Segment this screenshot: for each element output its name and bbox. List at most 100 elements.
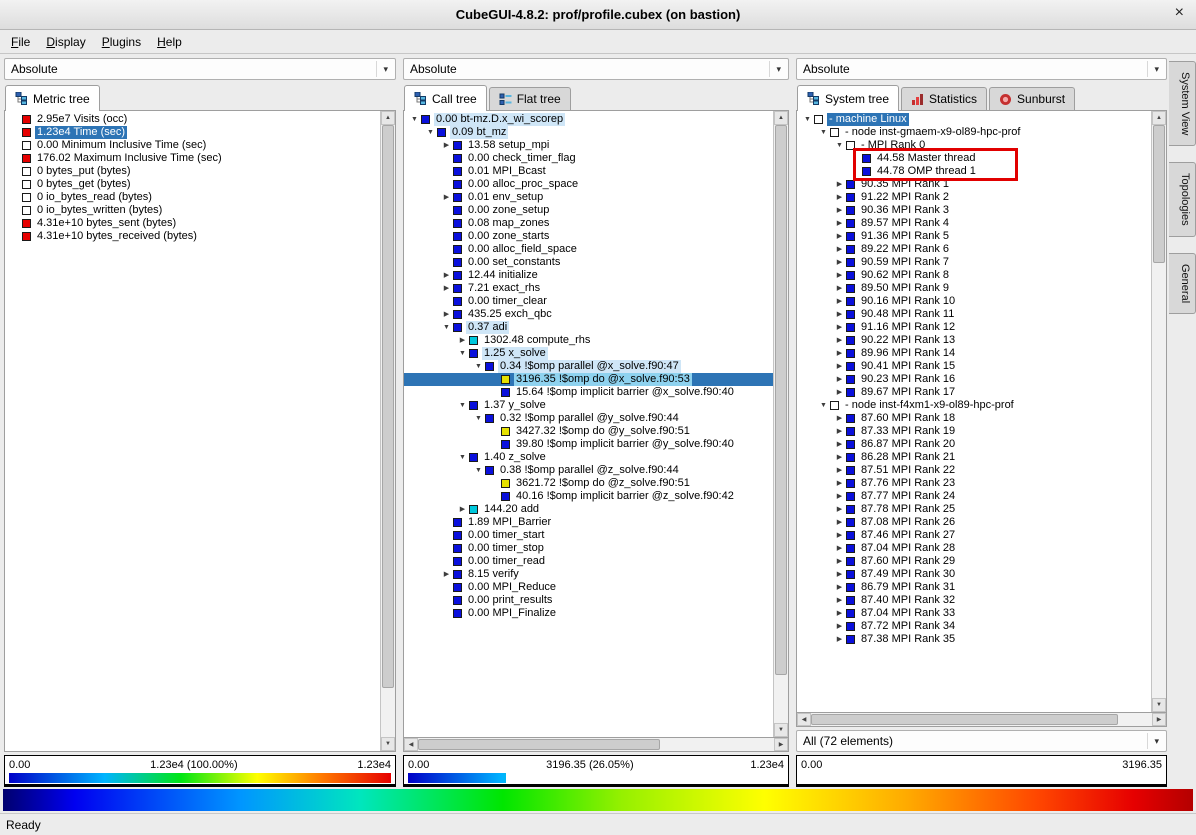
tree-row-label[interactable]: 0.00 check_timer_flag <box>466 152 578 165</box>
tree-row[interactable]: ▼ 1.40 z_solve <box>404 451 773 464</box>
tree-row[interactable]: ▶87.60 MPI Rank 29 <box>797 555 1151 568</box>
tree-row-label[interactable]: 144.20 add <box>482 503 541 516</box>
scrollbar-thumb[interactable] <box>418 739 660 750</box>
tree-row[interactable]: 39.80 !$omp implicit barrier @y_solve.f9… <box>404 438 773 451</box>
tree-row-label[interactable]: 90.22 MPI Rank 13 <box>859 334 957 347</box>
tree-row[interactable]: 40.16 !$omp implicit barrier @z_solve.f9… <box>404 490 773 503</box>
tree-row[interactable]: ▼1.25 x_solve <box>404 347 773 360</box>
expand-icon[interactable]: ▶ <box>833 464 846 477</box>
tree-row-label[interactable]: 0.00 zone_setup <box>466 204 551 217</box>
tree-row[interactable]: 15.64 !$omp implicit barrier @x_solve.f9… <box>404 386 773 399</box>
collapse-icon[interactable]: ▼ <box>472 360 485 373</box>
tree-row-label[interactable]: 90.48 MPI Rank 11 <box>859 308 956 321</box>
tree-row[interactable]: 0.00 timer_read <box>404 555 773 568</box>
vertical-scrollbar[interactable]: ▲ ▼ <box>1151 111 1166 712</box>
tab-metric-tree[interactable]: Metric tree <box>5 85 100 111</box>
tree-row[interactable]: 0.00 set_constants <box>404 256 773 269</box>
tree-row[interactable]: ▶87.38 MPI Rank 35 <box>797 633 1151 646</box>
tree-row-label[interactable]: - node inst-f4xm1-x9-ol89-hpc-prof <box>843 399 1016 412</box>
expand-icon[interactable]: ▶ <box>833 334 846 347</box>
call-value-mode-combo[interactable]: Absolute ▾ <box>403 58 789 80</box>
tree-row-label[interactable]: - machine Linux <box>827 113 909 126</box>
tree-row-label[interactable]: 0.00 Minimum Inclusive Time (sec) <box>35 139 208 152</box>
tree-row-label[interactable]: 1.37 y_solve <box>482 399 548 412</box>
tree-row-label[interactable]: 2.95e7 Visits (occ) <box>35 113 129 126</box>
scrollbar-thumb[interactable] <box>1153 125 1165 263</box>
tree-row[interactable]: ▶ 90.62 MPI Rank 8 <box>797 269 1151 282</box>
expand-icon[interactable]: ▶ <box>833 620 846 633</box>
tree-row-label[interactable]: 86.79 MPI Rank 31 <box>859 581 957 594</box>
tree-row-label[interactable]: 0.00 MPI_Finalize <box>466 607 558 620</box>
tree-row[interactable]: ▶ 91.22 MPI Rank 2 <box>797 191 1151 204</box>
tree-row[interactable]: ▶87.49 MPI Rank 30 <box>797 568 1151 581</box>
collapse-icon[interactable]: ▼ <box>817 126 830 139</box>
tree-row[interactable]: 0.00 timer_start <box>404 529 773 542</box>
tree-row-label[interactable]: 90.62 MPI Rank 8 <box>859 269 951 282</box>
expand-icon[interactable]: ▶ <box>833 373 846 386</box>
tree-row[interactable]: ▶86.28 MPI Rank 21 <box>797 451 1151 464</box>
side-tab-topologies[interactable]: Topologies <box>1169 162 1196 237</box>
tree-row-label[interactable]: 0.08 map_zones <box>466 217 551 230</box>
tree-row[interactable]: ▼- node inst-gmaem-x9-ol89-hpc-prof <box>797 126 1151 139</box>
collapse-icon[interactable]: ▼ <box>456 451 469 464</box>
scrollbar-track[interactable] <box>774 125 788 723</box>
tree-row-label[interactable]: 91.22 MPI Rank 2 <box>859 191 951 204</box>
expand-icon[interactable]: ▶ <box>833 191 846 204</box>
vertical-scrollbar[interactable]: ▲ ▼ <box>380 111 395 751</box>
tree-row-label[interactable]: 87.33 MPI Rank 19 <box>859 425 957 438</box>
tree-row[interactable]: ▶89.50 MPI Rank 9 <box>797 282 1151 295</box>
tree-row-label[interactable]: 90.16 MPI Rank 10 <box>859 295 957 308</box>
tree-row[interactable]: ▶86.79 MPI Rank 31 <box>797 581 1151 594</box>
expand-icon[interactable]: ▶ <box>833 308 846 321</box>
tree-row[interactable]: ▼- machine Linux <box>797 113 1151 126</box>
expand-icon[interactable]: ▶ <box>833 386 846 399</box>
tree-row[interactable]: 176.02 Maximum Inclusive Time (sec) <box>5 152 380 165</box>
tree-row-label[interactable]: 1302.48 compute_rhs <box>482 334 592 347</box>
tree-row[interactable]: 0.08 map_zones <box>404 217 773 230</box>
tree-row-label[interactable]: 13.58 setup_mpi <box>466 139 551 152</box>
tree-row[interactable]: ▶90.16 MPI Rank 10 <box>797 295 1151 308</box>
tree-row-label[interactable]: 89.50 MPI Rank 9 <box>859 282 951 295</box>
tree-row-label[interactable]: 91.36 MPI Rank 5 <box>859 230 951 243</box>
tree-row-label[interactable]: 4.31e+10 bytes_received (bytes) <box>35 230 199 243</box>
expand-icon[interactable]: ▶ <box>833 607 846 620</box>
tree-row[interactable]: 0.00 Minimum Inclusive Time (sec) <box>5 139 380 152</box>
horizontal-scrollbar[interactable]: ◀ ▶ <box>796 713 1167 727</box>
tab-system-tree[interactable]: System tree <box>797 85 899 111</box>
tree-row[interactable]: 0.00 alloc_proc_space <box>404 178 773 191</box>
scrollbar-track[interactable] <box>811 713 1152 726</box>
tree-row-label[interactable]: 1.40 z_solve <box>482 451 548 464</box>
tree-row-label[interactable]: 90.36 MPI Rank 3 <box>859 204 951 217</box>
scroll-left-icon[interactable]: ◀ <box>404 738 418 751</box>
tree-row-label[interactable]: 40.16 !$omp implicit barrier @z_solve.f9… <box>514 490 736 503</box>
tree-row-label[interactable]: 0 io_bytes_read (bytes) <box>35 191 154 204</box>
scroll-down-icon[interactable]: ▼ <box>774 723 788 737</box>
tree-row[interactable]: ▶89.22 MPI Rank 6 <box>797 243 1151 256</box>
tree-row-label[interactable]: 0.00 timer_start <box>466 529 546 542</box>
tree-row-label[interactable]: 89.22 MPI Rank 6 <box>859 243 951 256</box>
expand-icon[interactable]: ▶ <box>833 256 846 269</box>
tree-row-label[interactable]: 0.38 !$omp parallel @z_solve.f90:44 <box>498 464 681 477</box>
tree-row[interactable]: ▶90.59 MPI Rank 7 <box>797 256 1151 269</box>
tab-sunburst[interactable]: Sunburst <box>989 87 1075 110</box>
tree-row-label[interactable]: 0.00 print_results <box>466 594 554 607</box>
tree-row-label[interactable]: 89.67 MPI Rank 17 <box>859 386 957 399</box>
collapse-icon[interactable]: ▼ <box>440 321 453 334</box>
tree-row-label[interactable]: 4.31e+10 bytes_sent (bytes) <box>35 217 178 230</box>
expand-icon[interactable]: ▶ <box>833 425 846 438</box>
tree-row-label[interactable]: 89.96 MPI Rank 14 <box>859 347 957 360</box>
tree-row-label[interactable]: 7.21 exact_rhs <box>466 282 542 295</box>
tree-row[interactable]: ▶90.23 MPI Rank 16 <box>797 373 1151 386</box>
tree-row[interactable]: ▶87.08 MPI Rank 26 <box>797 516 1151 529</box>
expand-icon[interactable]: ▶ <box>833 477 846 490</box>
side-tab-system-view[interactable]: System View <box>1169 61 1196 146</box>
tree-row[interactable]: ▶435.25 exch_qbc <box>404 308 773 321</box>
tree-row[interactable]: ▶87.40 MPI Rank 32 <box>797 594 1151 607</box>
scrollbar-thumb[interactable] <box>811 714 1118 725</box>
tree-row-label[interactable]: 0.00 set_constants <box>466 256 562 269</box>
tree-row[interactable]: 0.00 alloc_field_space <box>404 243 773 256</box>
tree-row[interactable]: 4.31e+10 bytes_sent (bytes) <box>5 217 380 230</box>
tree-row-label[interactable]: 87.38 MPI Rank 35 <box>859 633 957 646</box>
expand-icon[interactable]: ▶ <box>833 269 846 282</box>
tree-row-label[interactable]: 0.01 env_setup <box>466 191 545 204</box>
